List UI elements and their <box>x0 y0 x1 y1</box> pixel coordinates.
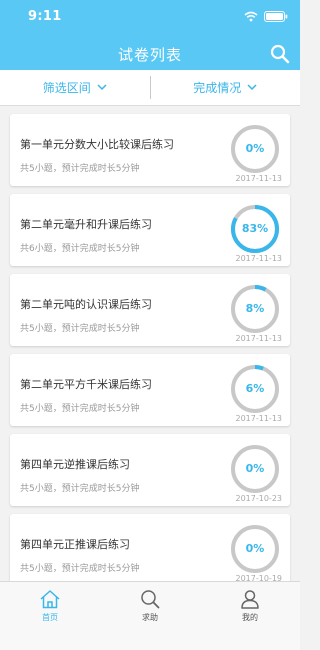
exercise-date: 2017-11-13 <box>235 334 283 343</box>
exercise-list[interactable]: 第一单元分数大小比较课后练习 共5小题，预计完成时长5分钟 0% 2017-11… <box>0 106 300 581</box>
tab-mine-label: 我的 <box>242 613 258 622</box>
exercise-title: 第二单元平方千米课后练习 <box>20 378 152 391</box>
tab-home[interactable]: 首页 <box>0 582 100 650</box>
exercise-date: 2017-11-13 <box>235 174 283 183</box>
exercise-title: 第四单元正推课后练习 <box>20 538 130 551</box>
exercise-date: 2017-11-13 <box>235 414 283 423</box>
progress-percent: 6% <box>245 382 265 395</box>
exercise-title: 第二单元毫升和升课后练习 <box>20 218 152 231</box>
filter-range-label: 筛选区间 <box>42 81 91 95</box>
wifi-icon <box>244 11 258 21</box>
exercise-title: 第一单元分数大小比较课后练习 <box>20 138 174 151</box>
progress-percent: 0% <box>245 462 265 475</box>
tab-bar: 首页 求助 我的 <box>0 581 300 650</box>
progress-ring: 8% <box>230 284 280 334</box>
exercise-card[interactable]: 第二单元平方千米课后练习 共5小题，预计完成时长5分钟 6% 2017-11-1… <box>10 354 290 426</box>
user-icon <box>241 590 259 609</box>
search-icon[interactable] <box>270 44 290 64</box>
tab-help[interactable]: 求助 <box>100 582 200 650</box>
battery-icon <box>264 10 288 22</box>
exercise-date: 2017-10-19 <box>235 574 283 581</box>
progress-percent: 0% <box>245 142 265 155</box>
exercise-subtitle: 共5小题，预计完成时长5分钟 <box>20 484 140 494</box>
filter-status-dropdown[interactable]: 完成情况 <box>151 70 301 105</box>
exercise-date: 2017-10-23 <box>235 494 283 503</box>
exercise-card[interactable]: 第一单元分数大小比较课后练习 共5小题，预计完成时长5分钟 0% 2017-11… <box>10 114 290 186</box>
status-icons <box>244 10 288 22</box>
status-time: 9:11 <box>28 9 62 24</box>
exercise-card[interactable]: 第二单元吨的认识课后练习 共5小题，预计完成时长5分钟 8% 2017-11-1… <box>10 274 290 346</box>
exercise-subtitle: 共5小题，预计完成时长5分钟 <box>20 164 140 174</box>
filter-range-dropdown[interactable]: 筛选区间 <box>0 70 150 105</box>
progress-ring: 0% <box>230 124 280 174</box>
tab-mine[interactable]: 我的 <box>200 582 300 650</box>
progress-ring: 0% <box>230 524 280 574</box>
progress-percent: 83% <box>241 222 269 235</box>
exercise-subtitle: 共5小题，预计完成时长5分钟 <box>20 404 140 414</box>
progress-ring: 6% <box>230 364 280 414</box>
exercise-card[interactable]: 第二单元毫升和升课后练习 共6小题，预计完成时长5分钟 83% 2017-11-… <box>10 194 290 266</box>
progress-ring: 0% <box>230 444 280 494</box>
exercise-date: 2017-11-13 <box>235 254 283 263</box>
chevron-down-icon <box>247 84 257 91</box>
page-title: 试卷列表 <box>117 46 182 64</box>
exercise-subtitle: 共6小题，预计完成时长5分钟 <box>20 244 140 254</box>
progress-percent: 0% <box>245 542 265 555</box>
app-header: 9:11 试卷列表 <box>0 0 300 70</box>
exercise-card[interactable]: 第四单元正推课后练习 共5小题，预计完成时长5分钟 0% 2017-10-19 <box>10 514 290 581</box>
exercise-card[interactable]: 第四单元逆推课后练习 共5小题，预计完成时长5分钟 0% 2017-10-23 <box>10 434 290 506</box>
filter-status-label: 完成情况 <box>193 81 242 95</box>
progress-ring: 83% <box>230 204 280 254</box>
tab-help-label: 求助 <box>142 613 158 622</box>
home-icon <box>40 590 60 609</box>
tab-home-label: 首页 <box>42 613 58 622</box>
filter-bar: 筛选区间 完成情况 <box>0 70 300 106</box>
exercise-subtitle: 共5小题，预计完成时长5分钟 <box>20 564 140 574</box>
exercise-title: 第二单元吨的认识课后练习 <box>20 298 152 311</box>
exercise-subtitle: 共5小题，预计完成时长5分钟 <box>20 324 140 334</box>
chevron-down-icon <box>97 84 107 91</box>
search-icon <box>141 590 160 609</box>
progress-percent: 8% <box>245 302 265 315</box>
exercise-title: 第四单元逆推课后练习 <box>20 458 130 471</box>
